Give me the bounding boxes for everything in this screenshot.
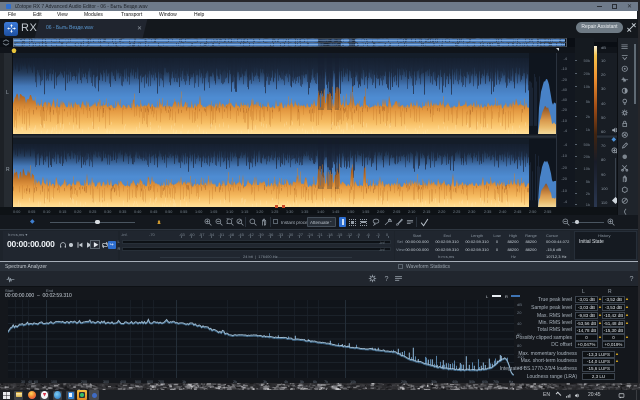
svg-text:?: ? [385, 274, 389, 283]
svg-text:?: ? [630, 274, 634, 283]
